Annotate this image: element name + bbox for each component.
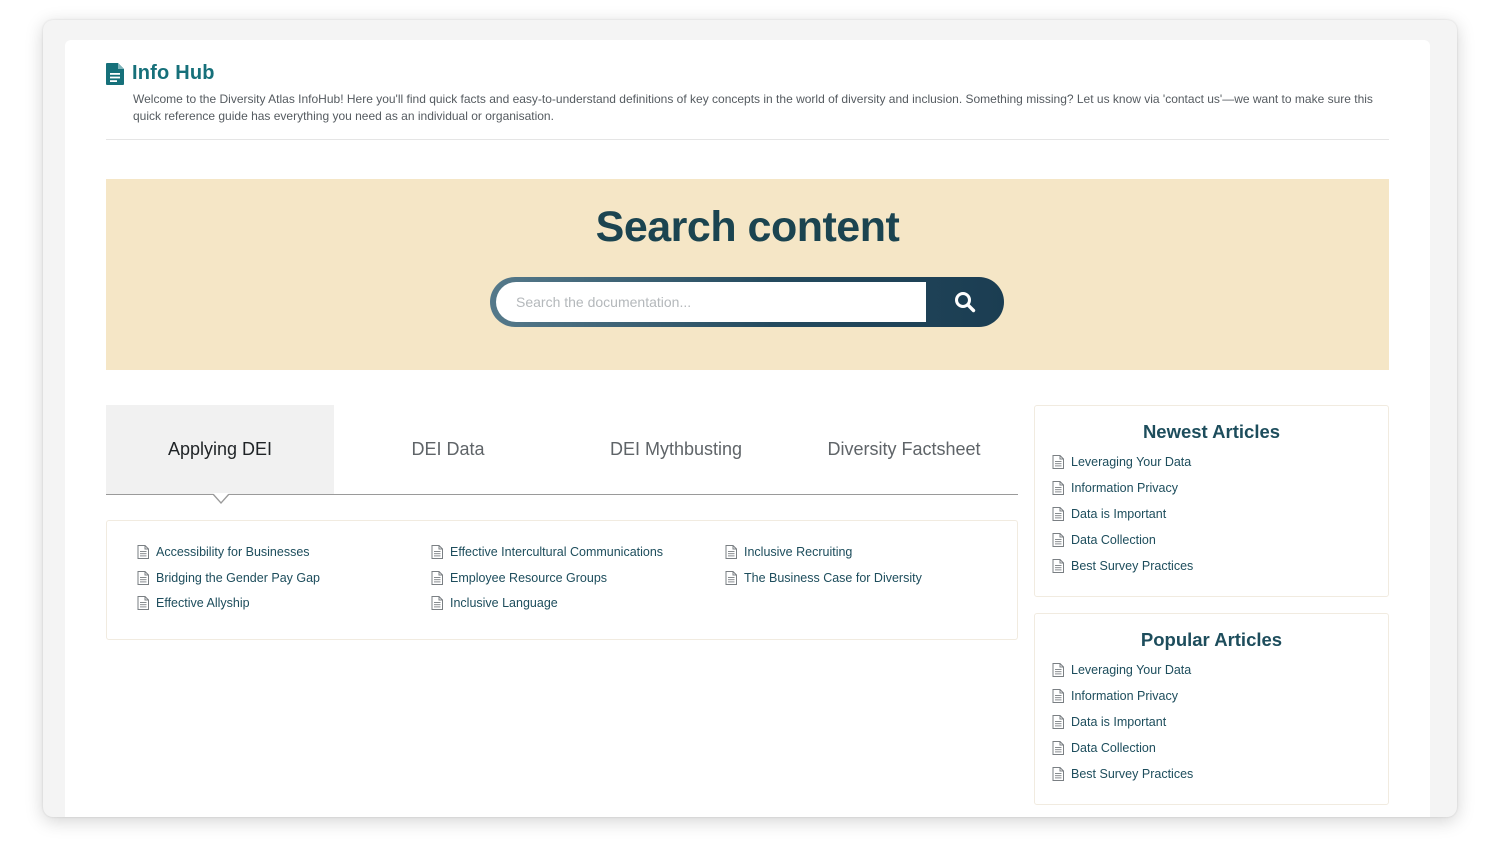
- popular-articles-list: Leveraging Your Data Information Privacy…: [1035, 657, 1388, 787]
- article-title: Leveraging Your Data: [1071, 663, 1192, 677]
- search-input[interactable]: [496, 282, 926, 322]
- browser-frame: Info Hub Welcome to the Diversity Atlas …: [43, 20, 1457, 817]
- list-item[interactable]: Data Collection: [1052, 527, 1388, 553]
- article-title: Bridging the Gender Pay Gap: [156, 570, 320, 585]
- article-link[interactable]: Effective Intercultural Communications: [431, 539, 725, 565]
- article-title: Information Privacy: [1071, 689, 1178, 703]
- article-link[interactable]: Inclusive Language: [431, 590, 725, 616]
- tab-label: Applying DEI: [167, 439, 273, 459]
- article-title: Data Collection: [1071, 741, 1156, 755]
- articles-grid: Accessibility for Businesses Bridging th…: [137, 539, 1019, 616]
- file-icon: [725, 570, 737, 585]
- article-title: Accessibility for Businesses: [156, 544, 310, 559]
- list-item[interactable]: Leveraging Your Data: [1052, 449, 1388, 475]
- list-item[interactable]: Data is Important: [1052, 501, 1388, 527]
- file-icon: [1052, 767, 1064, 781]
- article-title: Inclusive Language: [450, 596, 558, 611]
- file-icon: [137, 570, 149, 585]
- tab-dei-data[interactable]: DEI Data: [334, 405, 562, 494]
- search-section: Search content: [106, 179, 1389, 370]
- file-icon: [725, 544, 737, 559]
- search-button[interactable]: [926, 277, 1004, 327]
- tab-label: DEI Mythbusting: [609, 439, 743, 459]
- article-link[interactable]: Employee Resource Groups: [431, 565, 725, 591]
- search-title: Search content: [595, 203, 900, 251]
- tab-diversity-factsheet[interactable]: Diversity Factsheet: [790, 405, 1018, 494]
- articles-column: Accessibility for Businesses Bridging th…: [137, 539, 431, 616]
- article-link[interactable]: Bridging the Gender Pay Gap: [137, 565, 431, 591]
- file-icon: [1052, 689, 1064, 703]
- list-item[interactable]: Leveraging Your Data: [1052, 657, 1388, 683]
- file-icon: [1052, 741, 1064, 755]
- search-icon: [955, 292, 976, 313]
- newest-articles-title: Newest Articles: [1142, 421, 1281, 442]
- file-icon: [1052, 455, 1064, 469]
- hub-title-row: Info Hub: [106, 62, 1389, 85]
- article-link[interactable]: Accessibility for Businesses: [137, 539, 431, 565]
- newest-articles-box: Newest Articles Leveraging Your Data Inf…: [1034, 405, 1389, 597]
- file-icon: [1052, 481, 1064, 495]
- articles-column: Effective Intercultural Communications E…: [431, 539, 725, 616]
- hub-header: Info Hub Welcome to the Diversity Atlas …: [106, 62, 1389, 140]
- newest-articles-list: Leveraging Your Data Information Privacy…: [1035, 449, 1388, 579]
- list-item[interactable]: Data Collection: [1052, 735, 1388, 761]
- article-link[interactable]: The Business Case for Diversity: [725, 565, 1019, 591]
- article-title: Effective Intercultural Communications: [450, 544, 664, 559]
- file-icon: [431, 544, 443, 559]
- page-title: Info Hub: [132, 62, 215, 84]
- article-title: Leveraging Your Data: [1071, 455, 1192, 469]
- list-item[interactable]: Best Survey Practices: [1052, 553, 1388, 579]
- article-title: Best Survey Practices: [1071, 559, 1194, 573]
- article-title: The Business Case for Diversity: [744, 570, 922, 585]
- file-icon: [1052, 715, 1064, 729]
- document-icon: [106, 62, 124, 85]
- popular-articles-title: Popular Articles: [1140, 629, 1283, 650]
- articles-panel: Accessibility for Businesses Bridging th…: [106, 520, 1018, 640]
- file-icon: [431, 570, 443, 585]
- hub-description: Welcome to the Diversity Atlas InfoHub! …: [133, 92, 1373, 123]
- file-icon: [431, 596, 443, 611]
- file-icon: [1052, 559, 1064, 573]
- tab-applying-dei[interactable]: Applying DEI: [106, 405, 334, 504]
- article-title: Best Survey Practices: [1071, 767, 1194, 781]
- search-bar: [490, 277, 1004, 327]
- article-title: Data Collection: [1071, 533, 1156, 547]
- page: Info Hub Welcome to the Diversity Atlas …: [65, 40, 1430, 817]
- list-item[interactable]: Best Survey Practices: [1052, 761, 1388, 787]
- file-icon: [1052, 507, 1064, 521]
- article-link[interactable]: Inclusive Recruiting: [725, 539, 1019, 565]
- article-title: Inclusive Recruiting: [744, 544, 853, 559]
- article-title: Employee Resource Groups: [450, 570, 608, 585]
- file-icon: [1052, 663, 1064, 677]
- tab-dei-mythbusting[interactable]: DEI Mythbusting: [562, 405, 790, 494]
- list-item[interactable]: Information Privacy: [1052, 475, 1388, 501]
- article-title: Effective Allyship: [156, 596, 250, 611]
- active-tab-caret-icon: [212, 493, 230, 504]
- popular-articles-box: Popular Articles Leveraging Your Data In…: [1034, 613, 1389, 805]
- tab-label: Diversity Factsheet: [827, 439, 981, 459]
- list-item[interactable]: Data is Important: [1052, 709, 1388, 735]
- category-tabs: Applying DEI DEI Data DEI Mythbusting Di…: [106, 405, 1018, 504]
- article-title: Data is Important: [1071, 715, 1167, 729]
- file-icon: [137, 544, 149, 559]
- tab-label: DEI Data: [411, 439, 485, 459]
- article-title: Data is Important: [1071, 507, 1167, 521]
- list-item[interactable]: Information Privacy: [1052, 683, 1388, 709]
- file-icon: [137, 596, 149, 611]
- articles-column: Inclusive Recruiting The Business Case f…: [725, 539, 1019, 616]
- article-title: Information Privacy: [1071, 481, 1178, 495]
- article-link[interactable]: Effective Allyship: [137, 590, 431, 616]
- file-icon: [1052, 533, 1064, 547]
